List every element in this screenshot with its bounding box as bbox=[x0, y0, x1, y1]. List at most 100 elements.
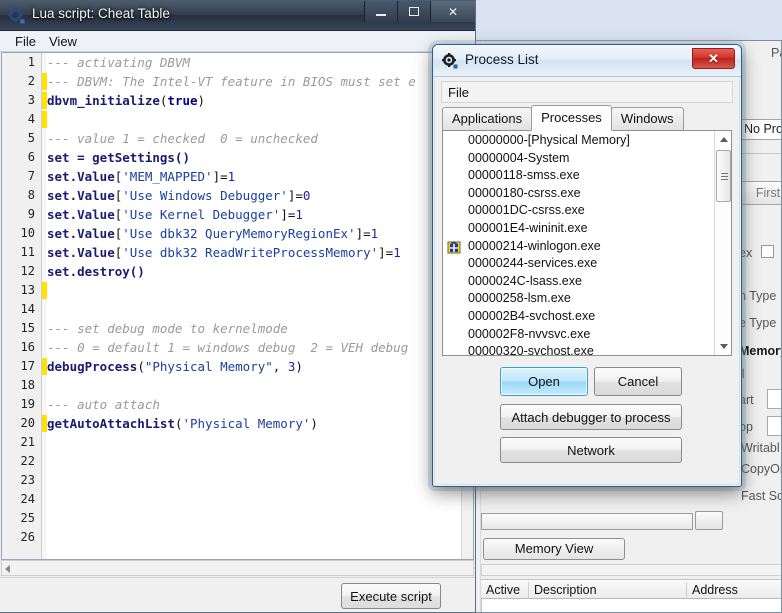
ce-hex-checkbox[interactable] bbox=[761, 245, 774, 258]
code-line[interactable]: set.Value['Use Windows Debugger']=0 bbox=[47, 186, 310, 205]
cheat-table-body[interactable] bbox=[481, 599, 782, 613]
process-list-item[interactable]: 00000320-svchost.exe bbox=[443, 343, 714, 356]
code-line[interactable]: set = getSettings() bbox=[47, 148, 190, 167]
code-line[interactable]: dbvm_initialize(true) bbox=[47, 91, 205, 110]
code-line[interactable]: --- 0 = default 1 = windows debug 2 = VE… bbox=[47, 338, 408, 357]
column-header-active[interactable]: Active bbox=[481, 582, 529, 599]
line-number: 7 bbox=[1, 167, 35, 186]
tab-processes[interactable]: Processes bbox=[531, 105, 612, 131]
close-button[interactable]: ✕ bbox=[430, 1, 476, 22]
process-list-scrollbar-thumb[interactable] bbox=[716, 150, 731, 202]
process-listbox[interactable]: 00000000-[Physical Memory]00000004-Syste… bbox=[442, 130, 732, 356]
process-list-title-bar[interactable]: Process List ✕ bbox=[433, 45, 741, 77]
ce-copyonwrite-label[interactable]: CopyOn bbox=[741, 462, 782, 476]
editor-gutter: 1234567891011121314151617181920212223242… bbox=[2, 53, 42, 559]
process-label: 00000244-services.exe bbox=[468, 256, 597, 270]
code-token: 1 bbox=[393, 245, 401, 260]
code-token: 'Use dbk32 ReadWriteProcessMemory' bbox=[122, 245, 378, 260]
scroll-left-arrow-icon[interactable] bbox=[5, 565, 10, 573]
process-list-item[interactable]: 0000024C-lsass.exe bbox=[443, 273, 714, 291]
process-list-item[interactable]: 00000004-System bbox=[443, 150, 714, 168]
process-list-item[interactable]: 000002F8-nvvsvc.exe bbox=[443, 326, 714, 344]
tab-windows[interactable]: Windows bbox=[611, 107, 684, 131]
code-token: --- value 1 = checked 0 = unchecked bbox=[47, 131, 318, 146]
code-line[interactable]: --- set debug mode to kernelmode bbox=[47, 319, 288, 338]
line-number: 20 bbox=[1, 414, 35, 433]
process-label: 000001E4-wininit.exe bbox=[468, 221, 588, 235]
line-number: 11 bbox=[1, 243, 35, 262]
menu-item-file[interactable]: File bbox=[8, 33, 43, 50]
ce-writable-label[interactable]: Writabl bbox=[741, 441, 780, 455]
line-number: 15 bbox=[1, 319, 35, 338]
attach-debugger-button[interactable]: Attach debugger to process bbox=[500, 404, 682, 430]
execute-script-button[interactable]: Execute script bbox=[341, 583, 441, 609]
line-number: 12 bbox=[1, 262, 35, 281]
ce-top-strip-button[interactable] bbox=[481, 513, 693, 530]
close-icon[interactable]: ✕ bbox=[692, 48, 735, 69]
process-label: 00000118-smss.exe bbox=[468, 168, 580, 182]
code-token: 'Physical Memory' bbox=[182, 416, 310, 431]
ce-top-strip-small-button[interactable] bbox=[695, 511, 723, 530]
scroll-up-arrow-icon[interactable] bbox=[715, 131, 732, 148]
lua-code-editor[interactable]: 1234567891011121314151617181920212223242… bbox=[1, 52, 474, 560]
code-line[interactable]: --- value 1 = checked 0 = unchecked bbox=[47, 129, 318, 148]
process-list-item[interactable]: 00000180-csrss.exe bbox=[443, 185, 714, 203]
process-list-item[interactable]: 000001DC-csrss.exe bbox=[443, 202, 714, 220]
scroll-down-arrow-icon[interactable] bbox=[715, 338, 732, 355]
menu-item-view[interactable]: View bbox=[42, 33, 84, 50]
editor-code-area[interactable]: --- activating DBVM --- DBVM: The Intel-V… bbox=[47, 53, 461, 559]
process-label: 000002B4-svchost.exe bbox=[468, 309, 595, 323]
code-line[interactable]: set.Value['Use dbk32 QueryMemoryRegionEx… bbox=[47, 224, 378, 243]
code-line[interactable]: set.Value['Use Kernel Debugger']=1 bbox=[47, 205, 303, 224]
open-button[interactable]: Open bbox=[500, 367, 588, 396]
ce-pause-game-label[interactable]: Pause t bbox=[771, 46, 782, 60]
column-header-description[interactable]: Description bbox=[529, 582, 687, 599]
process-list-item[interactable]: 00000214-winlogon.exe bbox=[443, 238, 714, 256]
ce-fast-scan-label[interactable]: Fast Sca bbox=[741, 489, 782, 503]
code-line[interactable]: set.Value['MEM_MAPPED']=1 bbox=[47, 167, 235, 186]
network-button[interactable]: Network bbox=[500, 437, 682, 463]
code-token: 1 bbox=[228, 169, 236, 184]
lua-title-bar[interactable]: Lua script: Cheat Table ✕ bbox=[0, 0, 476, 31]
code-token: --- auto attach bbox=[47, 397, 160, 412]
code-line[interactable]: set.destroy() bbox=[47, 262, 145, 281]
code-token: set.destroy() bbox=[47, 264, 145, 279]
line-number: 17 bbox=[1, 357, 35, 376]
minimize-button[interactable] bbox=[364, 1, 397, 22]
process-list-item[interactable]: 00000000-[Physical Memory] bbox=[443, 132, 714, 150]
code-line[interactable]: --- DBVM: The Intel-VT feature in BIOS m… bbox=[47, 72, 416, 91]
code-token: set.Value bbox=[47, 169, 115, 184]
cancel-button[interactable]: Cancel bbox=[594, 367, 682, 396]
ce-horizontal-scrollbar[interactable] bbox=[481, 564, 782, 576]
process-list-item[interactable]: 00000258-lsm.exe bbox=[443, 290, 714, 308]
process-list-item[interactable]: 000001E4-wininit.exe bbox=[443, 220, 714, 238]
tab-applications[interactable]: Applications bbox=[442, 107, 532, 131]
code-line[interactable]: set.Value['Use dbk32 ReadWriteProcessMem… bbox=[47, 243, 401, 262]
code-line[interactable]: --- auto attach bbox=[47, 395, 160, 414]
code-token: 'Use Kernel Debugger' bbox=[122, 207, 280, 222]
editor-horizontal-scrollbar[interactable] bbox=[1, 560, 474, 576]
process-list-item[interactable]: 00000244-services.exe bbox=[443, 255, 714, 273]
column-header-address[interactable]: Address bbox=[687, 582, 782, 599]
process-list-item[interactable]: 000002B4-svchost.exe bbox=[443, 308, 714, 326]
ce-start-input[interactable] bbox=[767, 389, 782, 409]
lua-menu-bar: File View bbox=[0, 31, 476, 52]
process-list-item[interactable]: 00000118-smss.exe bbox=[443, 167, 714, 185]
code-token: ]= bbox=[280, 207, 295, 222]
process-label: 000001DC-csrss.exe bbox=[468, 203, 585, 217]
ce-memory-scan-options-label: Memory S bbox=[739, 344, 782, 358]
code-token: --- DBVM: The Intel-VT feature in BIOS m… bbox=[47, 74, 416, 89]
ce-first-scan-button[interactable]: First Scan bbox=[739, 181, 782, 205]
ce-stop-input[interactable] bbox=[767, 416, 782, 436]
memory-view-button[interactable]: Memory View bbox=[483, 538, 625, 560]
code-token: 0 bbox=[303, 188, 311, 203]
code-line[interactable]: --- activating DBVM bbox=[47, 53, 190, 72]
menu-item-file[interactable]: File bbox=[448, 85, 469, 100]
maximize-button[interactable] bbox=[397, 1, 430, 22]
code-line[interactable]: debugProcess("Physical Memory", 3) bbox=[47, 357, 303, 376]
ce-process-box[interactable]: No Proc bbox=[739, 119, 782, 140]
process-list-scrollbar[interactable] bbox=[714, 131, 731, 355]
lua-window-title: Lua script: Cheat Table bbox=[32, 6, 170, 21]
code-line[interactable]: getAutoAttachList('Physical Memory') bbox=[47, 414, 318, 433]
process-items-container: 00000000-[Physical Memory]00000004-Syste… bbox=[443, 132, 714, 356]
